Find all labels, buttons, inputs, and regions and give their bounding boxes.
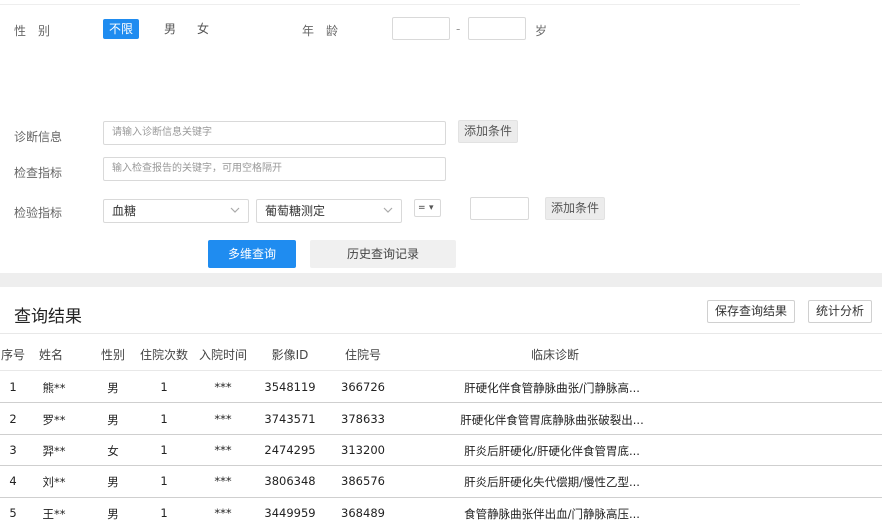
cell-no: 4	[9, 474, 17, 488]
lab-operator-value: =	[418, 203, 426, 213]
age-dash: -	[456, 22, 461, 36]
cell-name: 熊**	[42, 381, 66, 395]
cell-gender: 女	[107, 444, 119, 458]
lab-item-select[interactable]: 葡萄糖测定	[256, 199, 402, 223]
cell-diagnosis: 肝硬化伴食管静脉曲张/门静脉高...	[464, 381, 640, 395]
lab-operator-select[interactable]: = ▾	[414, 199, 441, 217]
col-header-admit: 入院时间	[198, 348, 247, 362]
lab-item-value: 葡萄糖测定	[265, 204, 326, 218]
cell-visits: 1	[160, 443, 168, 457]
results-title: 查询结果	[14, 307, 82, 327]
exam-placeholder: 输入检查报告的关键字，可用空格隔开	[112, 163, 282, 174]
col-header-gender: 性别	[100, 348, 125, 362]
cell-no: 1	[9, 380, 17, 394]
cell-admit: ***	[214, 412, 232, 426]
cell-visits: 1	[160, 506, 168, 520]
cell-no: 2	[9, 412, 17, 426]
section-divider	[0, 273, 882, 287]
chevron-down-icon	[230, 200, 240, 222]
cell-gender: 男	[107, 381, 119, 395]
cell-name: 羿**	[42, 444, 66, 458]
cell-hosp-no: 378633	[341, 412, 385, 426]
cell-name: 王**	[42, 507, 66, 521]
table-top-border	[0, 333, 882, 334]
age-min-input[interactable]	[392, 17, 450, 40]
gender-option-male[interactable]: 男	[158, 19, 182, 39]
diagnosis-add-button[interactable]: 添加条件	[458, 120, 518, 143]
save-results-button[interactable]: 保存查询结果	[707, 300, 795, 323]
cell-gender: 男	[107, 507, 119, 521]
gender-option-any[interactable]: 不限	[103, 19, 140, 39]
cell-visits: 1	[160, 380, 168, 394]
age-unit: 岁	[535, 24, 548, 38]
cell-hosp-no: 366726	[341, 380, 385, 394]
cell-image-id: 3449959	[264, 506, 316, 520]
cell-admit: ***	[214, 474, 232, 488]
table-row[interactable]: 1 熊** 男 1 *** 3548119 366726 肝硬化伴食管静脉曲张/…	[0, 371, 882, 402]
cell-image-id: 3743571	[264, 412, 316, 426]
cell-visits: 1	[160, 412, 168, 426]
cell-diagnosis: 肝炎后肝硬化/肝硬化伴食管胃底...	[464, 444, 640, 458]
exam-label: 检查指标	[14, 166, 63, 180]
col-header-image-id: 影像ID	[271, 348, 309, 362]
cell-image-id: 3806348	[264, 474, 316, 488]
cell-no: 5	[9, 506, 17, 520]
gender-label: 性 别	[14, 24, 51, 38]
cell-hosp-no: 313200	[341, 443, 385, 457]
cell-name: 罗**	[42, 413, 66, 427]
table-row[interactable]: 5 王** 男 1 *** 3449959 368489 食管静脉曲张伴出血/门…	[0, 498, 882, 527]
col-header-hosp-no: 住院号	[344, 348, 381, 362]
cell-image-id: 3548119	[264, 380, 316, 394]
cell-name: 刘**	[42, 475, 66, 489]
cell-admit: ***	[214, 506, 232, 520]
history-button[interactable]: 历史查询记录	[310, 240, 456, 268]
cell-diagnosis: 食管静脉曲张伴出血/门静脉高压...	[464, 507, 640, 521]
lab-category-select[interactable]: 血糖	[103, 199, 249, 223]
multi-query-button[interactable]: 多维查询	[208, 240, 296, 268]
cell-admit: ***	[214, 443, 232, 457]
age-label: 年 龄	[302, 24, 339, 38]
cell-hosp-no: 386576	[341, 474, 385, 488]
diagnosis-input[interactable]: 请输入诊断信息关键字	[103, 121, 446, 145]
cell-image-id: 2474295	[264, 443, 316, 457]
col-header-diagnosis: 临床诊断	[530, 348, 579, 362]
cell-diagnosis: 肝硬化伴食管胃底静脉曲张破裂出...	[460, 413, 644, 427]
cell-no: 3	[9, 443, 17, 457]
top-divider	[0, 4, 800, 5]
lab-label: 检验指标	[14, 206, 63, 220]
lab-operator-arrow: ▾	[429, 203, 434, 213]
chevron-down-icon	[383, 200, 393, 222]
cell-diagnosis: 肝炎后肝硬化失代偿期/慢性乙型...	[464, 475, 640, 489]
lab-category-value: 血糖	[112, 204, 137, 218]
stats-button[interactable]: 统计分析	[808, 300, 872, 323]
col-header-no: 序号	[0, 348, 25, 362]
cell-hosp-no: 368489	[341, 506, 385, 520]
exam-input[interactable]: 输入检查报告的关键字，可用空格隔开	[103, 157, 446, 181]
table-row[interactable]: 3 羿** 女 1 *** 2474295 313200 肝炎后肝硬化/肝硬化伴…	[0, 435, 882, 465]
cell-admit: ***	[214, 380, 232, 394]
table-row[interactable]: 2 罗** 男 1 *** 3743571 378633 肝硬化伴食管胃底静脉曲…	[0, 403, 882, 434]
lab-add-button[interactable]: 添加条件	[545, 197, 605, 220]
col-header-name: 姓名	[38, 348, 63, 362]
age-max-input[interactable]	[468, 17, 526, 40]
diagnosis-label: 诊断信息	[14, 130, 63, 144]
gender-option-female[interactable]: 女	[191, 19, 215, 39]
cell-visits: 1	[160, 474, 168, 488]
lab-value-input[interactable]	[470, 197, 529, 220]
cell-gender: 男	[107, 475, 119, 489]
diagnosis-placeholder: 请输入诊断信息关键字	[112, 127, 212, 138]
col-header-visits: 住院次数	[139, 348, 188, 362]
cell-gender: 男	[107, 413, 119, 427]
table-row[interactable]: 4 刘** 男 1 *** 3806348 386576 肝炎后肝硬化失代偿期/…	[0, 466, 882, 497]
